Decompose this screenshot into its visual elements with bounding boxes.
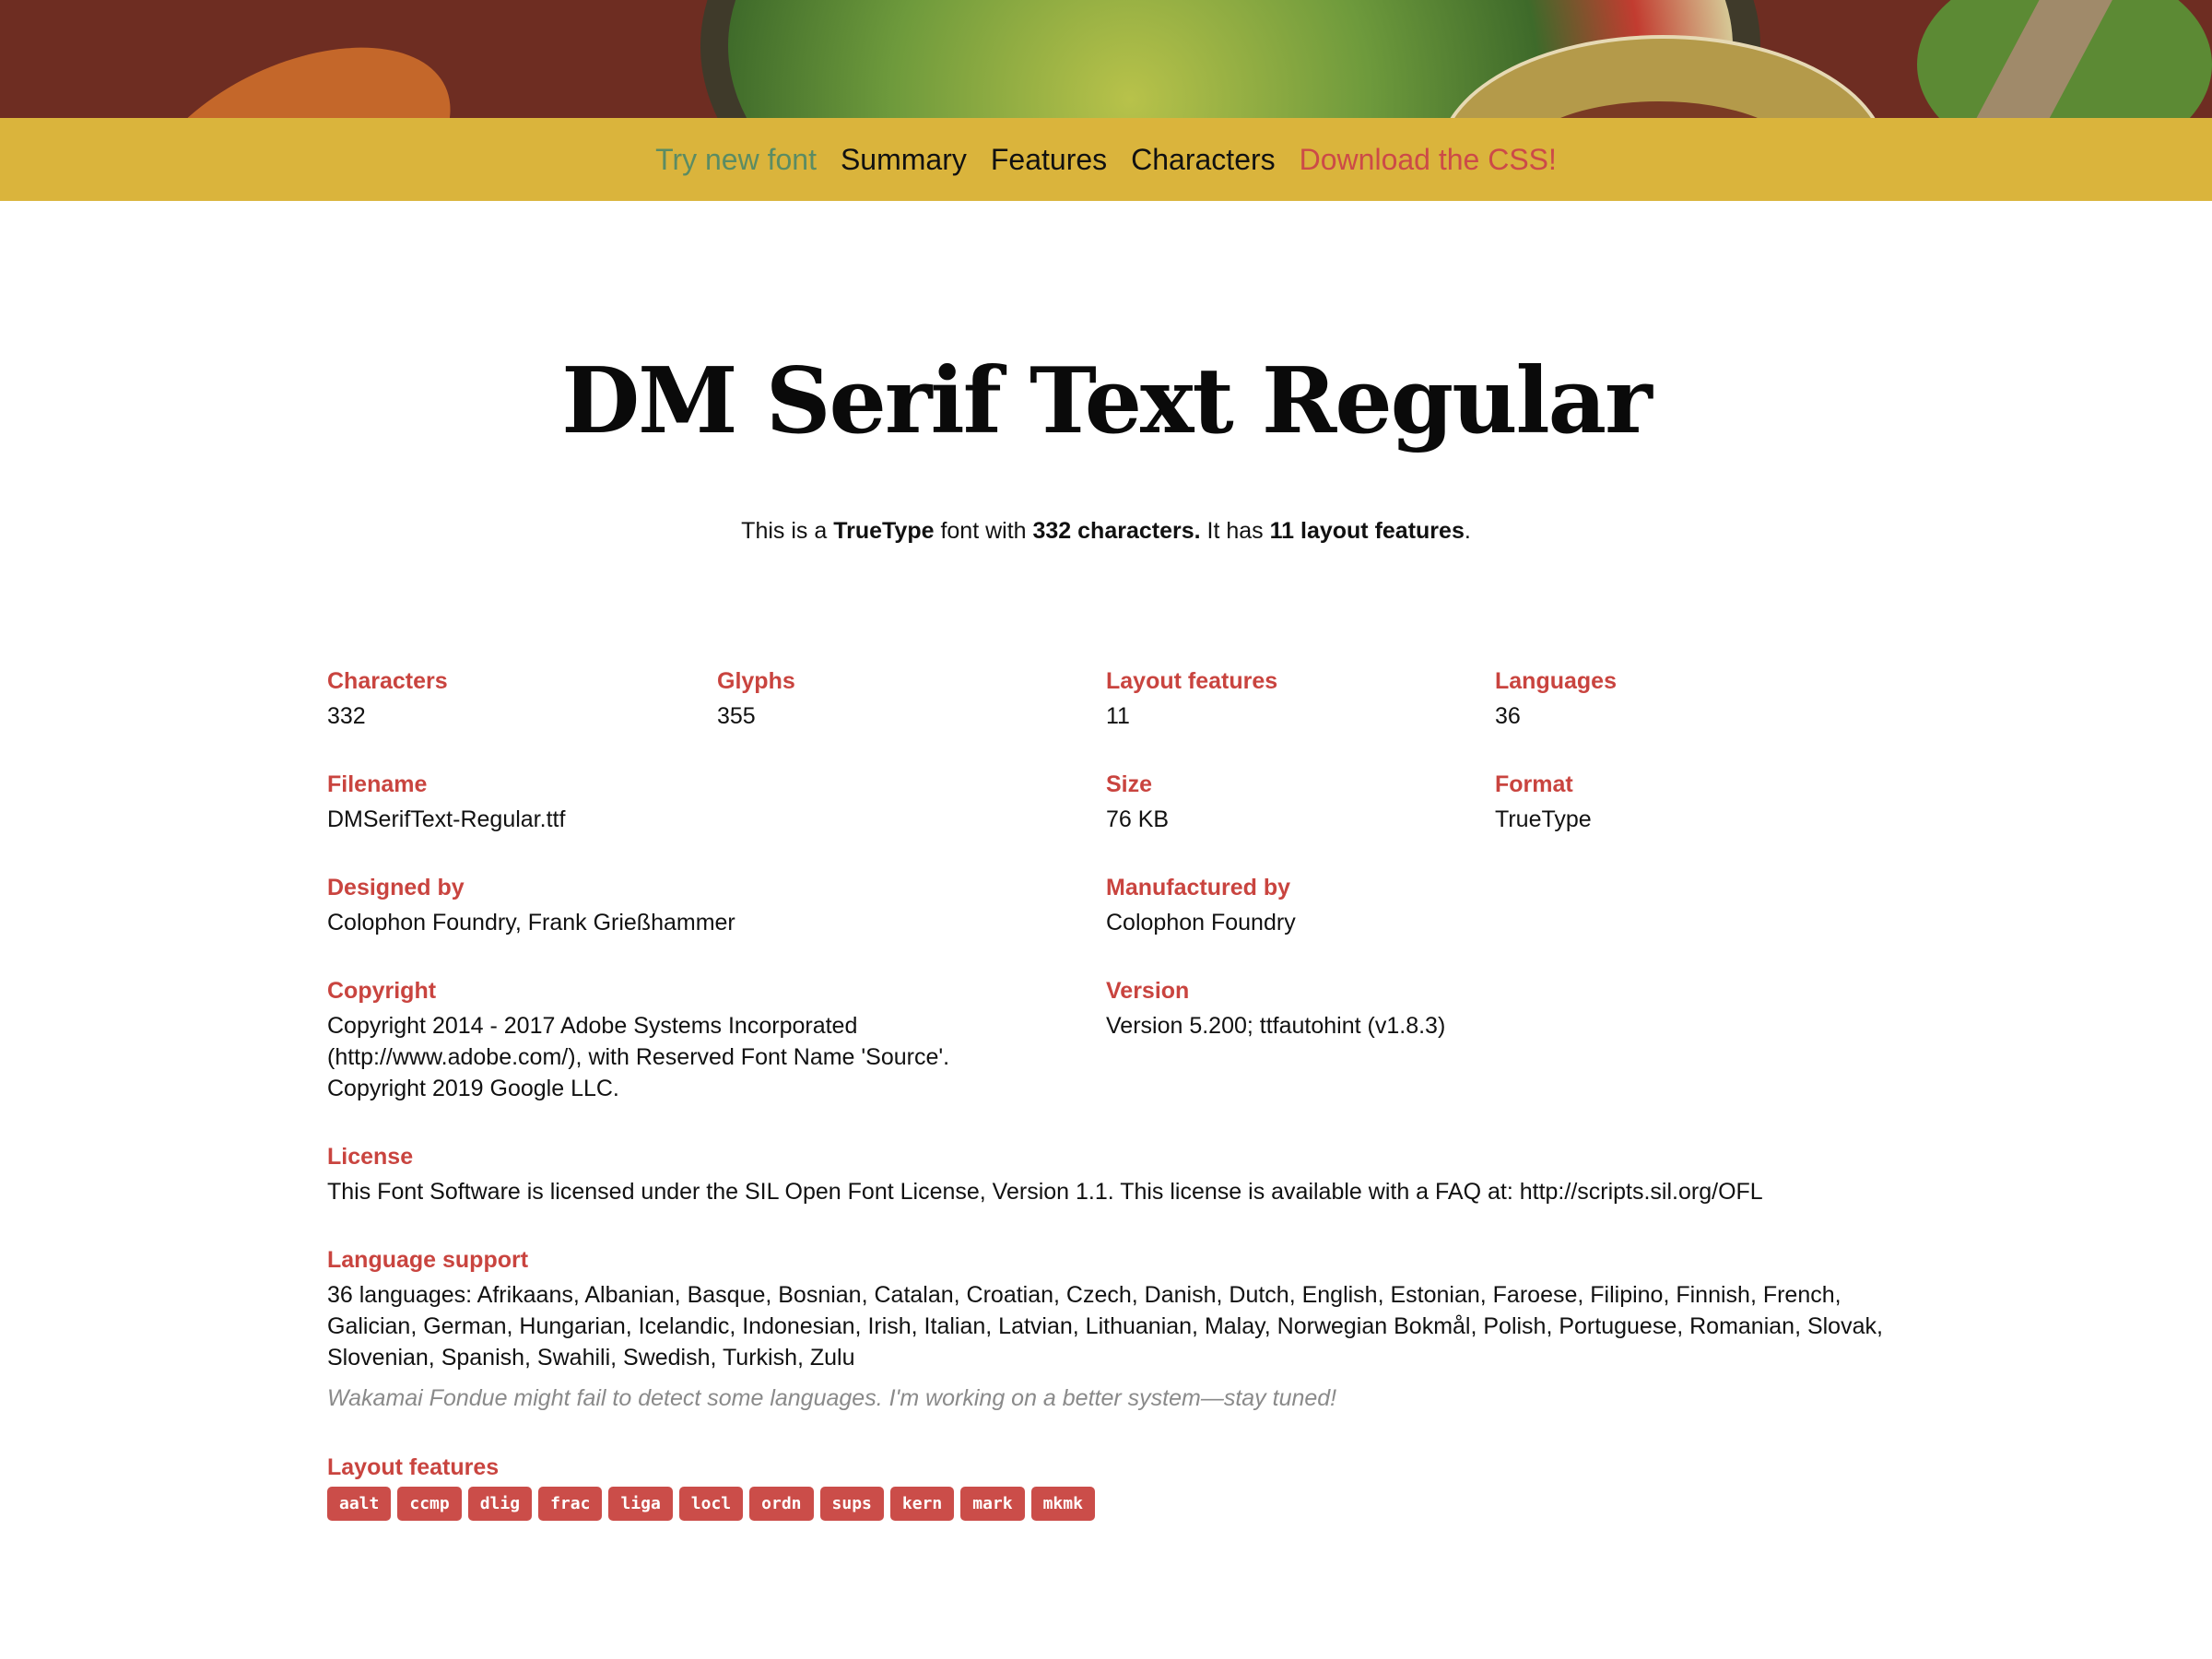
field-label: Layout features [327, 1454, 500, 1480]
field-designed-by: Designed by Colophon Foundry, Frank Grie… [327, 872, 735, 938]
field-label: Languages [1495, 668, 1617, 694]
feature-badge-frac[interactable]: frac [538, 1487, 603, 1521]
language-line: 36 languages: Afrikaans, Albanian, Basqu… [327, 1282, 1841, 1308]
field-manufactured-by: Manufactured by Colophon Foundry [1106, 872, 1296, 938]
copyright-line: Copyright 2014 - 2017 Adobe Systems Inco… [327, 1013, 858, 1039]
feature-badge-mark[interactable]: mark [960, 1487, 1025, 1521]
field-characters: Characters 332 [327, 665, 448, 732]
field-label: Format [1495, 771, 1573, 797]
summary-text: . [1464, 518, 1471, 544]
field-filename: Filename DMSerifText-Regular.ttf [327, 769, 565, 835]
field-value: 332 [327, 703, 366, 729]
field-value: Colophon Foundry [1106, 910, 1296, 935]
feature-badge-locl[interactable]: locl [678, 1487, 744, 1521]
summary-character-count: 332 characters. [1032, 518, 1201, 544]
language-line: Slovenian, Spanish, Swahili, Swedish, Tu… [327, 1345, 855, 1371]
field-license: License This Font Software is licensed u… [327, 1141, 1763, 1207]
field-layout-feature-list: Layout features aalt ccmp dlig frac liga… [327, 1452, 1095, 1521]
field-copyright: Copyright Copyright 2014 - 2017 Adobe Sy… [327, 975, 949, 1104]
feature-badge-ordn[interactable]: ordn [749, 1487, 814, 1521]
field-value: This Font Software is licensed under the… [327, 1179, 1763, 1205]
field-size: Size 76 KB [1106, 769, 1169, 835]
feature-badge-list: aalt ccmp dlig frac liga locl ordn sups … [327, 1487, 1095, 1521]
field-value: 36 [1495, 703, 1521, 729]
field-label: Language support [327, 1247, 529, 1273]
nav-features[interactable]: Features [991, 143, 1107, 177]
feature-badge-sups[interactable]: sups [819, 1487, 884, 1521]
field-label: Characters [327, 668, 448, 694]
field-language-support: Language support 36 languages: Afrikaans… [327, 1244, 1949, 1414]
field-format: Format TrueType [1495, 769, 1592, 835]
feature-badge-dlig[interactable]: dlig [467, 1487, 533, 1521]
field-label: Filename [327, 771, 428, 797]
nav-characters[interactable]: Characters [1131, 143, 1276, 177]
field-label: Glyphs [717, 668, 795, 694]
field-version: Version Version 5.200; ttfautohint (v1.8… [1106, 975, 1445, 1041]
nav-download-css[interactable]: Download the CSS! [1300, 143, 1557, 177]
summary-text: font with [934, 518, 1033, 544]
field-label: License [327, 1144, 414, 1170]
top-nav: Try new font Summary Features Characters… [0, 118, 2212, 201]
field-value: 76 KB [1106, 806, 1170, 832]
field-label: Manufactured by [1106, 875, 1291, 900]
language-detection-note: Wakamai Fondue might fail to detect some… [327, 1385, 1337, 1411]
field-value: DMSerifText-Regular.ttf [327, 806, 566, 832]
field-value: 355 [717, 703, 756, 729]
field-label: Version [1106, 978, 1190, 1004]
field-label: Layout features [1106, 668, 1278, 694]
language-line: Galician, German, Hungarian, Icelandic, … [327, 1313, 1883, 1339]
field-languages: Languages 36 [1495, 665, 1617, 732]
field-label: Designed by [327, 875, 465, 900]
header-banner-image [0, 0, 2212, 118]
nav-summary[interactable]: Summary [841, 143, 967, 177]
field-value: Colophon Foundry, Frank Grießhammer [327, 910, 735, 935]
feature-badge-liga[interactable]: liga [608, 1487, 673, 1521]
nav-try-new-font[interactable]: Try new font [655, 143, 817, 177]
field-glyphs: Glyphs 355 [717, 665, 795, 732]
page-title: DM Serif Text Regular [561, 348, 1653, 454]
copyright-line: Copyright 2019 Google LLC. [327, 1076, 619, 1101]
feature-badge-ccmp[interactable]: ccmp [397, 1487, 462, 1521]
feature-badge-aalt[interactable]: aalt [327, 1487, 392, 1521]
field-label: Size [1106, 771, 1153, 797]
copyright-line: (http://www.adobe.com/), with Reserved F… [327, 1044, 950, 1070]
summary-text: This is a [741, 518, 834, 544]
field-value: 36 languages: Afrikaans, Albanian, Basqu… [327, 1279, 1949, 1373]
banner-decor [105, 3, 485, 118]
field-value: Copyright 2014 - 2017 Adobe Systems Inco… [327, 1010, 949, 1104]
summary-feature-count: 11 layout features [1269, 518, 1465, 544]
summary-text: It has [1200, 518, 1270, 544]
field-value: 11 [1106, 703, 1130, 729]
font-summary-sentence: This is a TrueType font with 332 charact… [0, 518, 2212, 545]
field-value: Version 5.200; ttfautohint (v1.8.3) [1106, 1013, 1446, 1039]
field-value: TrueType [1495, 806, 1592, 832]
field-label: Copyright [327, 978, 437, 1004]
feature-badge-mkmk[interactable]: mkmk [1030, 1487, 1095, 1521]
field-layout-features: Layout features 11 [1106, 665, 1277, 732]
feature-badge-kern[interactable]: kern [889, 1487, 955, 1521]
summary-format: TrueType [833, 518, 935, 544]
